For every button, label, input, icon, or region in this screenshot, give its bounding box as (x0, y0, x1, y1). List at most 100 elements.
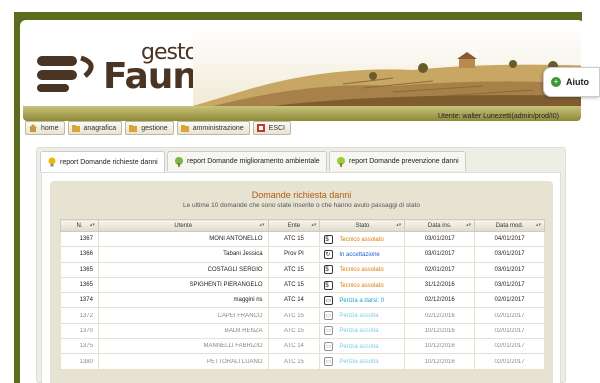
lightbulb-icon (47, 157, 57, 167)
stato-icon: ▭ (324, 326, 334, 336)
cell-data-ins: 03/01/2017 (404, 230, 476, 248)
table-row[interactable]: 1367 MONI ANTONELLO ATC 15 $ Tecnico assolat… (60, 230, 545, 248)
page-container: gesto Fauna Utente: walter Lunezetti(adm… (20, 20, 584, 383)
cell-ente: ATC 14 (267, 292, 321, 309)
stato-label: In accettazione (339, 251, 380, 258)
table-row[interactable]: 1365 COSTAGLI SERGIO ATC 15 $ Tecnico assola… (60, 261, 545, 278)
column-header-data-ins[interactable]: Data ins. ▴▾ (404, 219, 476, 232)
help-button[interactable]: + Aiuto (543, 67, 600, 97)
stato-label: Perizia assolta (339, 313, 379, 320)
cell-stato: $ Tecnico assolato (319, 261, 406, 278)
stato-icon: ▭ (324, 357, 334, 367)
cell-stato: ▭ Perizia a darsi: 0 (319, 292, 406, 309)
cell-stato: ▭ Perizia assolta (319, 322, 406, 340)
column-header-n[interactable]: N. ▴▾ (60, 219, 99, 232)
cell-ente: ATC 15 (267, 276, 321, 294)
cell-utente: SPIGHENTI PIERANGELO (97, 276, 269, 294)
cell-utente: BADII RENZA (97, 322, 269, 340)
cell-utente: PETTORALI LUANO (97, 353, 269, 370)
list-title: Domande richiesta danni (251, 190, 352, 200)
cell-data-mod: 03/01/2017 (474, 246, 545, 263)
stato-label: Tecnico assolato (339, 267, 384, 274)
table-row[interactable]: 1380 PETTORALI LUANO ATC 15 ▭ Perizia assolt… (60, 353, 545, 370)
main-menu: home anagrafica gestione amministrazione… (25, 121, 291, 135)
user-info: Utente: walter Lunezetti(admin/prod/I0) (438, 113, 560, 120)
cell-utente: MANNELLI FABRIZIO (97, 338, 269, 355)
menu-amministrazione[interactable]: amministrazione (176, 121, 250, 135)
table-row[interactable]: 1365 SPIGHENTI PIERANGELO ATC 15 $ Tecnico a… (60, 276, 545, 294)
logo-mark-icon (37, 55, 94, 92)
menu-home[interactable]: home (25, 121, 65, 135)
cell-data-ins: 02/12/2016 (404, 307, 476, 324)
top-strip (0, 0, 600, 12)
tab-richieste-danni[interactable]: report Domande richieste danni (40, 151, 165, 172)
cell-n: 1372 (60, 307, 99, 324)
cell-n: 1380 (60, 353, 99, 370)
cell-n: 1367 (60, 230, 99, 248)
cell-utente: maggini ns (97, 292, 269, 309)
home-icon (29, 124, 37, 132)
cell-data-ins: 10/12/2016 (404, 338, 476, 355)
tab-content: Domande richiesta danni Le ultime 10 dom… (41, 172, 561, 383)
folder-icon (71, 124, 80, 132)
table-row[interactable]: 1372 CAPEI FRANCO ATC 15 ▭ Perizia assolta 02… (60, 307, 545, 324)
tab-prevenzione-danni[interactable]: report Domande prevenzione danni (329, 151, 466, 171)
header-banner: gesto Fauna (23, 26, 581, 121)
cell-n: 1370 (60, 322, 99, 340)
stato-icon: ▭ (324, 311, 334, 321)
table-header-row: N. ▴▾ Utente ▴▾ Ente ▴▾ Stato ▴▾ Data ins. ▴▾… (60, 219, 545, 232)
landscape-illustration (193, 26, 581, 106)
cell-data-mod: 02/01/2017 (474, 322, 545, 340)
cell-ente: ATC 15 (267, 322, 321, 340)
sort-icon: ▴▾ (396, 222, 402, 228)
menu-esci[interactable]: ESCI (252, 121, 291, 135)
stato-label: Tecnico assolato (339, 236, 384, 243)
column-header-data-mod[interactable]: Data mod. ▴▾ (474, 219, 545, 232)
cell-stato: ↻ In accettazione (319, 246, 406, 263)
stato-icon: $ (324, 265, 334, 275)
exit-icon (256, 124, 265, 132)
cell-n: 1365 (60, 276, 99, 294)
cell-data-ins: 02/12/2016 (404, 292, 476, 309)
plus-circle-icon: + (551, 77, 561, 87)
cell-data-mod: 03/01/2017 (474, 261, 545, 278)
stato-label: Perizia assolta (339, 343, 379, 350)
cell-n: 1365 (60, 261, 99, 278)
cell-stato: ▭ Perizia assolta (319, 338, 406, 355)
table-row[interactable]: 1375 MANNELLI FABRIZIO ATC 14 ▭ Perizia asso… (60, 338, 545, 355)
stato-icon: $ (324, 280, 334, 290)
cell-data-mod: 02/01/2017 (474, 353, 545, 370)
cell-n: 1375 (60, 338, 99, 355)
cell-ente: ATC 15 (267, 230, 321, 248)
folder-icon (180, 124, 189, 132)
column-header-utente[interactable]: Utente ▴▾ (97, 219, 269, 232)
cell-utente: Tabani Jessica (97, 246, 269, 263)
menu-anagrafica[interactable]: anagrafica (67, 121, 123, 135)
stato-icon: $ (324, 234, 334, 244)
menu-gestione[interactable]: gestione (125, 121, 174, 135)
sort-icon: ▴▾ (259, 222, 265, 228)
table-row[interactable]: 1374 maggini ns ATC 14 ▭ Perizia a darsi: 0 0… (60, 292, 545, 309)
tree-icon (336, 156, 346, 167)
cell-data-mod: 02/01/2017 (474, 292, 545, 309)
column-header-stato[interactable]: Stato ▴▾ (319, 219, 406, 232)
cell-stato: $ Tecnico assolato (319, 230, 406, 248)
cell-n: 1374 (60, 292, 99, 309)
column-header-ente[interactable]: Ente ▴▾ (267, 219, 321, 232)
stato-label: Perizia assolta (339, 359, 379, 366)
stato-icon: ▭ (324, 295, 334, 305)
stato-icon: ▭ (324, 341, 334, 351)
cell-data-mod: 04/01/2017 (474, 230, 545, 248)
cell-n: 1366 (60, 246, 99, 263)
table-row[interactable]: 1366 Tabani Jessica Prov PI ↻ In accettazion… (60, 246, 545, 263)
table-row[interactable]: 1370 BADII RENZA ATC 15 ▭ Perizia assolta 10/… (60, 322, 545, 340)
list-subtitle: Le ultime 10 domande che sono state inse… (182, 202, 421, 209)
sort-icon: ▴▾ (535, 222, 541, 228)
stato-label: Perizia a darsi: 0 (339, 297, 385, 304)
cell-utente: CAPEI FRANCO (97, 307, 269, 324)
tab-miglioramento-ambientale[interactable]: report Domande miglioramento ambientale (167, 151, 327, 171)
sort-icon: ▴▾ (466, 222, 472, 228)
cell-data-ins: 31/12/2016 (404, 276, 476, 294)
menu-gestione-label: gestione (141, 124, 168, 132)
cell-data-mod: 03/01/2017 (474, 276, 545, 294)
